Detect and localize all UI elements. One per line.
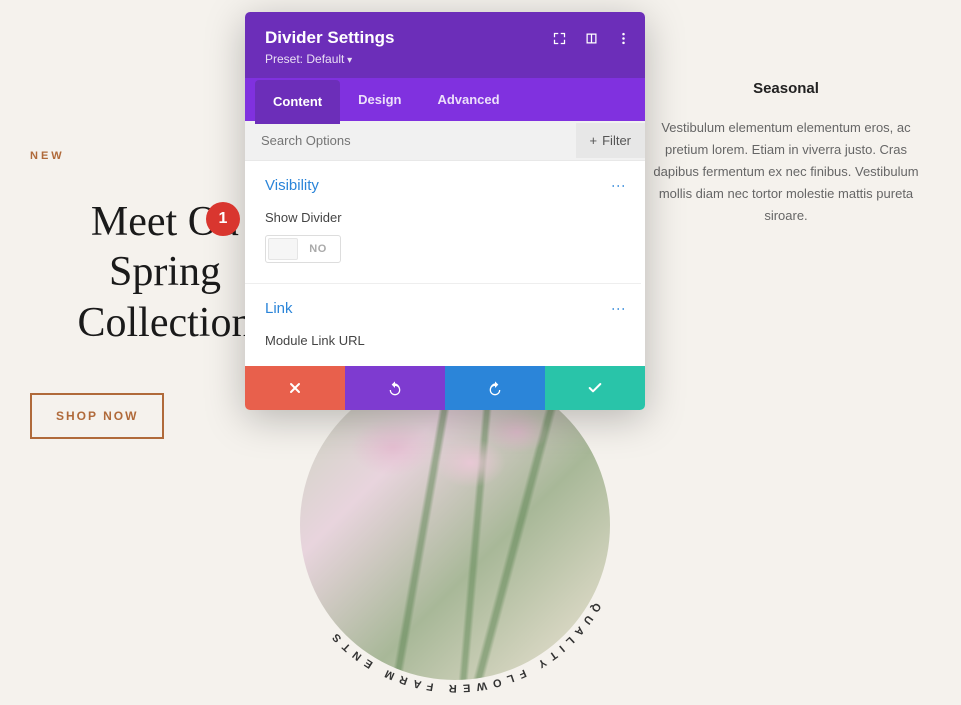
settings-scroll-area[interactable]: Visibility ⋮ Show Divider NO Link ⋮ Modu… <box>245 161 645 366</box>
redo-icon <box>487 380 503 396</box>
shop-now-button[interactable]: SHOP NOW <box>30 393 164 439</box>
toggle-state-label: NO <box>298 243 338 255</box>
seasonal-block: Seasonal Vestibulum elementum elementum … <box>641 80 931 227</box>
link-kebab-icon[interactable]: ⋮ <box>611 302 627 317</box>
show-divider-toggle[interactable]: NO <box>265 235 341 263</box>
preset-dropdown[interactable]: Preset: Default <box>265 52 625 66</box>
filter-button[interactable]: + Filter <box>576 123 645 158</box>
toggle-knob <box>268 238 298 260</box>
search-filter-row: + Filter <box>245 121 645 161</box>
headline-line-3: Collection <box>78 300 253 346</box>
new-badge: NEW <box>30 150 280 162</box>
check-icon <box>587 380 603 396</box>
search-options-input[interactable] <box>245 121 576 160</box>
section-visibility: Visibility ⋮ Show Divider NO <box>245 161 641 284</box>
module-link-url-label: Module Link URL <box>265 333 621 348</box>
visibility-kebab-icon[interactable]: ⋮ <box>611 179 627 194</box>
show-divider-label: Show Divider <box>265 210 621 225</box>
panel-layout-icon[interactable] <box>583 30 599 46</box>
header-icon-group <box>551 30 631 46</box>
seasonal-heading: Seasonal <box>641 80 931 97</box>
tab-content[interactable]: Content <box>255 80 340 124</box>
link-heading[interactable]: Link <box>265 300 621 317</box>
modal-header: Divider Settings Preset: Default <box>245 12 645 78</box>
close-icon <box>287 380 303 396</box>
undo-button[interactable] <box>345 366 445 410</box>
tab-advanced[interactable]: Advanced <box>419 78 517 121</box>
divider-settings-modal: Divider Settings Preset: Default Content… <box>245 12 645 410</box>
save-button[interactable] <box>545 366 645 410</box>
plus-icon: + <box>590 133 598 148</box>
undo-icon <box>387 380 403 396</box>
headline-line-2: Spring <box>109 249 221 295</box>
tab-bar: Content Design Advanced <box>245 78 645 121</box>
visibility-heading[interactable]: Visibility <box>265 177 621 194</box>
hero-left: NEW Meet Ou Spring Collection SHOP NOW <box>30 150 280 439</box>
tab-design[interactable]: Design <box>340 78 419 121</box>
kebab-menu-icon[interactable] <box>615 30 631 46</box>
annotation-callout-1: 1 <box>206 202 240 236</box>
discard-button[interactable] <box>245 366 345 410</box>
expand-icon[interactable] <box>551 30 567 46</box>
modal-footer <box>245 366 645 410</box>
filter-label: Filter <box>602 133 631 148</box>
seasonal-body: Vestibulum elementum elementum eros, ac … <box>641 117 931 227</box>
hero-circle-image <box>300 370 610 680</box>
section-link: Link ⋮ Module Link URL <box>245 284 641 366</box>
redo-button[interactable] <box>445 366 545 410</box>
